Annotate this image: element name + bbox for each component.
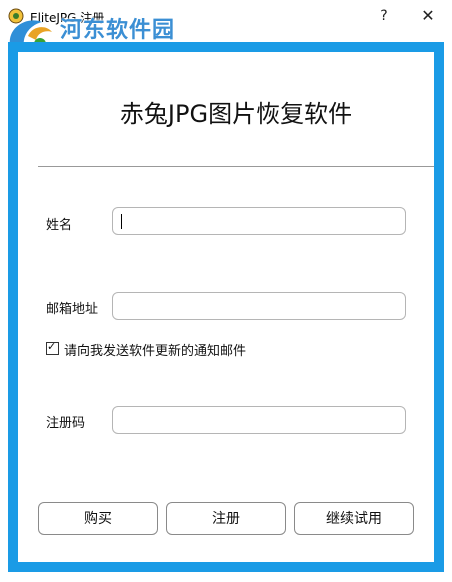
registration-code-label: 注册码: [46, 416, 86, 431]
text-caret: [121, 214, 122, 229]
app-icon: [8, 8, 24, 24]
registration-code-input[interactable]: [112, 406, 406, 434]
dialog-frame: 赤兔JPG图片恢复软件 姓名 邮箱地址 ✓ 请向我发送软件更新的通知邮件 注册码…: [8, 42, 444, 572]
name-label: 姓名: [46, 218, 73, 233]
email-label: 邮箱地址: [46, 302, 99, 317]
continue-trial-button[interactable]: 继续试用: [294, 502, 414, 535]
name-input[interactable]: [112, 207, 406, 235]
notify-label: 请向我发送软件更新的通知邮件: [64, 344, 247, 359]
close-button[interactable]: ✕: [414, 4, 442, 28]
window-title: EliteJPG 注册: [30, 11, 105, 25]
app-title: 赤兔JPG图片恢复软件: [119, 100, 353, 128]
email-input[interactable]: [112, 292, 406, 320]
check-mark-icon: ✓: [47, 340, 57, 353]
register-button[interactable]: 注册: [166, 502, 286, 535]
title-divider: [38, 166, 434, 167]
buy-button[interactable]: 购买: [38, 502, 158, 535]
registration-panel: 赤兔JPG图片恢复软件 姓名 邮箱地址 ✓ 请向我发送软件更新的通知邮件 注册码…: [18, 52, 434, 562]
title-bar: EliteJPG 注册 ? ✕: [0, 0, 452, 36]
help-button[interactable]: ?: [370, 4, 398, 28]
notify-checkbox[interactable]: ✓: [46, 340, 59, 355]
